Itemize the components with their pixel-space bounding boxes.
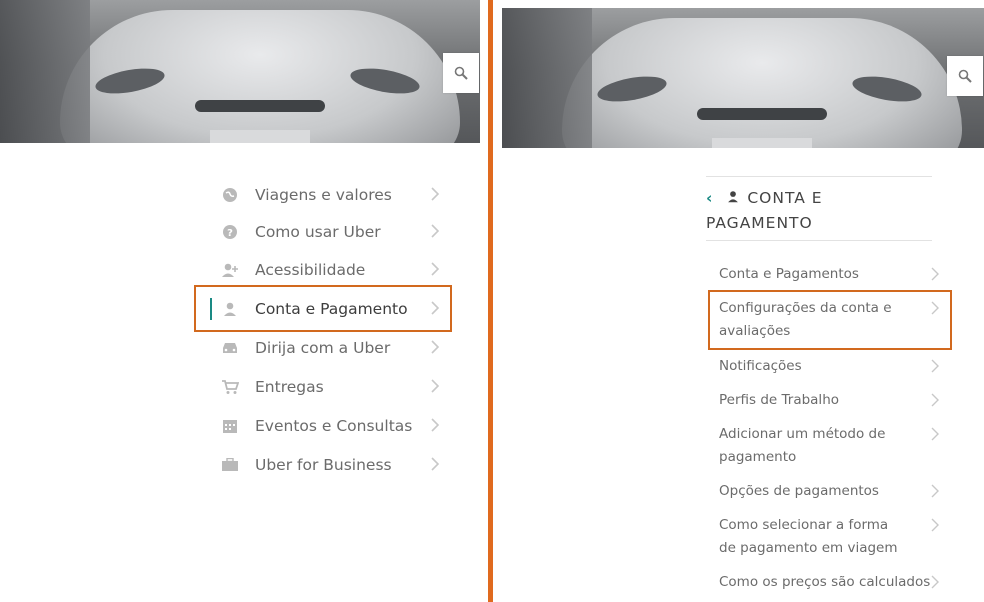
chevron-right-icon: [931, 484, 939, 498]
chevron-right-icon: [431, 187, 440, 201]
nav-item-dirija[interactable]: Dirija com a Uber: [210, 330, 450, 366]
panel-divider: [488, 0, 493, 602]
sub-item-label: Conta e Pagamentos: [719, 266, 859, 282]
nav-label: Viagens e valores: [255, 186, 392, 204]
nav-item-acessibilidade[interactable]: Acessibilidade: [210, 252, 450, 288]
chevron-right-icon: [931, 393, 939, 407]
sub-item-label: Como os preços são calculados: [719, 574, 931, 590]
search-icon: [958, 69, 972, 83]
nav-label: Entregas: [255, 378, 324, 396]
chevron-right-icon: [431, 418, 440, 432]
sub-item-selecionar-forma[interactable]: Como selecionar a forma de pagamento em …: [719, 514, 939, 560]
sub-item-adicionar-metodo[interactable]: Adicionar um método de pagamento: [719, 423, 939, 469]
back-chevron-icon[interactable]: ‹: [706, 189, 713, 207]
chevron-right-icon: [931, 267, 939, 281]
nav-label: Eventos e Consultas: [255, 417, 413, 435]
nav-item-como-usar[interactable]: ? Como usar Uber: [210, 214, 450, 250]
chevron-right-icon: [931, 518, 939, 532]
section-header: ‹ CONTA E PAGAMENTO: [706, 186, 932, 236]
chevron-right-icon: [931, 575, 939, 589]
svg-text:?: ?: [227, 228, 233, 239]
calendar-icon: [218, 418, 242, 434]
sub-item-opcoes[interactable]: Opções de pagamentos: [719, 480, 939, 503]
sub-item-conta-pagamentos[interactable]: Conta e Pagamentos: [719, 263, 939, 286]
search-icon: [454, 66, 468, 80]
cart-icon: [218, 379, 242, 395]
nav-item-viagens[interactable]: Viagens e valores: [210, 177, 450, 213]
chevron-right-icon: [431, 457, 440, 471]
nav-item-eventos[interactable]: Eventos e Consultas: [210, 408, 450, 444]
section-title-line2: PAGAMENTO: [706, 214, 813, 232]
hero-image: [502, 8, 984, 148]
chevron-right-icon: [431, 379, 440, 393]
sub-item-notificacoes[interactable]: Notificações: [719, 355, 939, 378]
chevron-right-icon: [931, 359, 939, 373]
search-button[interactable]: [443, 53, 479, 93]
sub-item-label: Notificações: [719, 358, 802, 374]
right-screenshot-panel: ‹ CONTA E PAGAMENTO Conta e Pagamentos C…: [494, 0, 984, 602]
nav-label: Uber for Business: [255, 456, 392, 474]
sub-item-precos[interactable]: Como os preços são calculados: [719, 571, 939, 594]
section-divider: [706, 176, 932, 177]
nav-label: Acessibilidade: [255, 261, 366, 279]
globe-icon: [218, 187, 242, 203]
sub-item-label: Como selecionar a forma de pagamento em …: [719, 517, 898, 556]
sub-item-label: Opções de pagamentos: [719, 483, 879, 499]
briefcase-icon: [218, 458, 242, 472]
nav-label: Dirija com a Uber: [255, 339, 391, 357]
section-title-line1: CONTA E: [747, 189, 823, 207]
chevron-right-icon: [431, 340, 440, 354]
search-button[interactable]: [947, 56, 983, 96]
left-screenshot-panel: Viagens e valores ? Como usar Uber Acess…: [0, 0, 486, 602]
car-icon: [218, 341, 242, 355]
help-icon: ?: [218, 224, 242, 240]
person-add-icon: [218, 262, 242, 278]
person-icon: [728, 191, 739, 203]
nav-item-business[interactable]: Uber for Business: [210, 447, 450, 483]
hero-image: [0, 0, 480, 143]
highlight-box: [708, 290, 952, 350]
sub-item-label: Perfis de Trabalho: [719, 392, 840, 408]
sub-item-perfis[interactable]: Perfis de Trabalho: [719, 389, 939, 412]
highlight-box: [194, 285, 452, 332]
chevron-right-icon: [931, 427, 939, 441]
nav-item-entregas[interactable]: Entregas: [210, 369, 450, 405]
chevron-right-icon: [431, 224, 440, 238]
nav-label: Como usar Uber: [255, 223, 381, 241]
sub-item-label: Adicionar um método de pagamento: [719, 426, 886, 465]
chevron-right-icon: [431, 262, 440, 276]
section-divider: [706, 240, 932, 241]
